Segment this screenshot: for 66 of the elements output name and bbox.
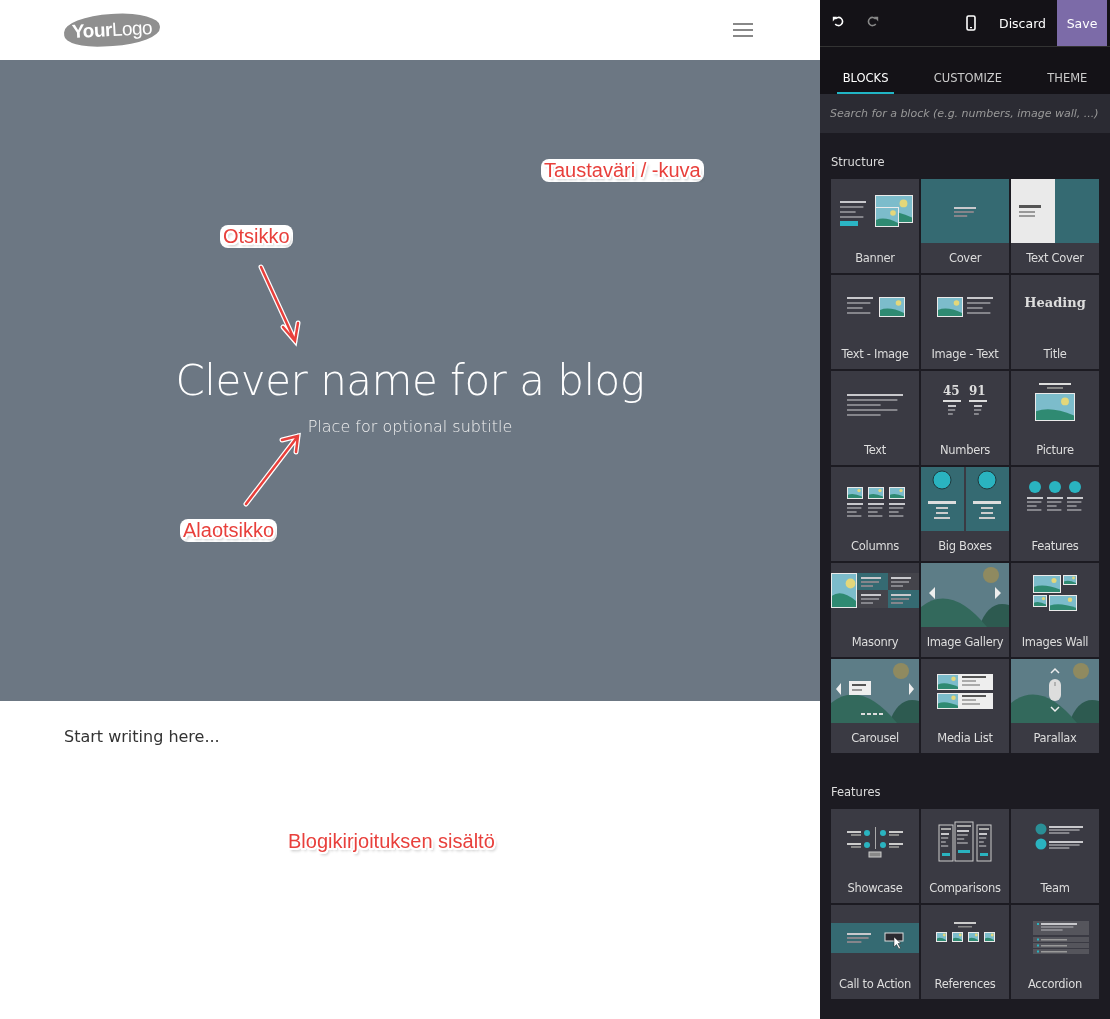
annotation-label: Taustaväri / -kuva [541, 159, 704, 182]
block-tile[interactable]: Text Cover [1011, 179, 1099, 273]
block-tile[interactable]: Team [1011, 809, 1099, 903]
menu-icon[interactable] [733, 23, 753, 37]
panel-tab[interactable]: THEME [1041, 71, 1094, 94]
thumbnail-text: 45 [943, 384, 960, 398]
block-tile[interactable]: Image Gallery [921, 563, 1009, 657]
layout-preview-icon [840, 195, 913, 227]
section-heading: Features [830, 784, 882, 801]
block-tile[interactable]: Image - Text [921, 275, 1009, 369]
block-tile[interactable]: Heading Title [1011, 275, 1099, 369]
block-tile[interactable]: Accordion [1011, 905, 1099, 999]
thumbnail-text: Heading [1024, 295, 1086, 310]
layout-preview-icon [847, 297, 905, 317]
layout-preview-icon [847, 394, 903, 416]
block-tile[interactable]: Showcase [831, 809, 919, 903]
block-tile[interactable]: Columns [831, 467, 919, 561]
layout-preview-icon [921, 179, 1009, 243]
annotation-label: Otsikko [220, 225, 293, 248]
layout-preview-icon [847, 827, 903, 858]
block-tile[interactable]: Carousel [831, 659, 919, 753]
block-tile[interactable]: References [921, 905, 1009, 999]
layout-preview-icon [943, 400, 987, 415]
layout-preview-icon [921, 467, 1009, 531]
thumbnail-text: 91 [969, 384, 986, 398]
layout-preview-icon [1011, 179, 1099, 243]
block-tile[interactable]: Media List [921, 659, 1009, 753]
layout-preview-icon [936, 922, 995, 942]
layout-preview-icon [1033, 921, 1089, 954]
layout-preview-icon [847, 487, 905, 517]
layout-preview-icon [921, 563, 1009, 627]
block-tile[interactable]: Text [831, 371, 919, 465]
layout-preview-icon [1035, 823, 1083, 850]
block-tile[interactable]: Banner [831, 179, 919, 273]
block-tile[interactable]: Masonry [831, 563, 919, 657]
layout-preview-icon [1035, 383, 1075, 421]
layout-preview-icon [831, 573, 919, 608]
mobile-phone-icon[interactable] [966, 15, 976, 31]
block-tile[interactable]: Call to Action [831, 905, 919, 999]
block-tile[interactable]: Comparisons [921, 809, 1009, 903]
layout-preview-icon [937, 674, 993, 709]
block-tile[interactable]: Parallax [1011, 659, 1099, 753]
layout-preview-icon [938, 821, 992, 862]
layout-preview-icon [937, 297, 993, 317]
block-tile[interactable]: Text - Image [831, 275, 919, 369]
blog-subtitle[interactable]: Place for optional subtitle [307, 416, 513, 436]
block-tile[interactable]: Picture [1011, 371, 1099, 465]
annotation-label: Alaotsikko [180, 519, 278, 542]
blog-title[interactable]: Clever name for a blog [175, 355, 645, 405]
search-field[interactable]: Search for a block (e.g. numbers, image wall, ...) [820, 94, 1110, 133]
annotation-label: Blogikirjoituksen sisältö [288, 830, 495, 853]
block-tile[interactable]: 45 91 Numbers [921, 371, 1009, 465]
block-tile[interactable]: Cover [921, 179, 1009, 273]
block-tile[interactable]: Features [1011, 467, 1099, 561]
save-button[interactable]: Save [1057, 0, 1107, 46]
section-heading: Structure [830, 154, 886, 171]
block-tile[interactable]: Images Wall [1011, 563, 1099, 657]
content-placeholder[interactable]: Start writing here... [64, 727, 756, 746]
layout-preview-icon [1011, 659, 1099, 723]
discard-button[interactable]: Discard [988, 0, 1057, 46]
layout-preview-icon [1027, 481, 1083, 511]
layout-preview-icon [1033, 575, 1077, 611]
panel-tab[interactable]: CUSTOMIZE [927, 71, 1008, 94]
layout-preview-icon [831, 923, 919, 953]
layout-preview-icon [831, 659, 919, 723]
block-tile[interactable]: Big Boxes [921, 467, 1009, 561]
